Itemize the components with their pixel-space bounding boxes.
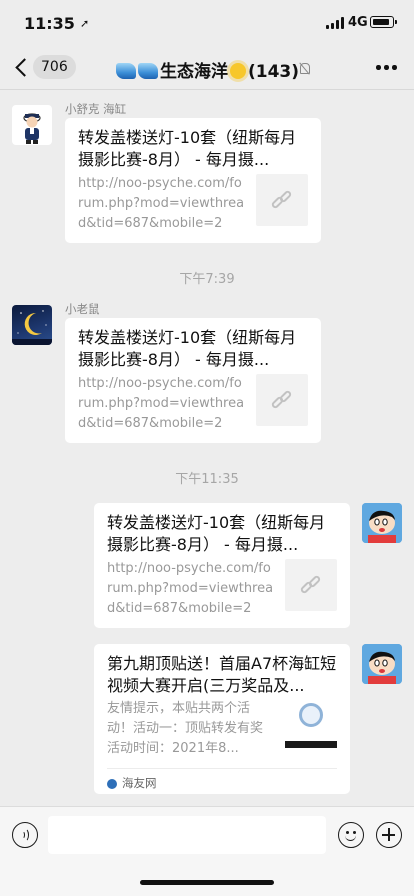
link-icon [270,189,293,210]
source-logo-icon [107,779,117,789]
wave-icon [138,63,158,79]
emoji-icon[interactable] [338,822,364,848]
group-title[interactable]: 生态海洋 (143) [116,57,299,82]
status-bar: 11:35 ➚ 4G [0,0,414,46]
avatar[interactable] [12,105,52,145]
avatar[interactable] [362,503,402,543]
link-card-message[interactable]: 转发盖楼送灯-10套（纽斯每月摄影比赛-8月） - 每月摄... http://… [65,318,321,443]
wave-icon [116,63,136,79]
member-count: (143) [248,62,300,82]
sun-icon [230,63,246,79]
link-title: 转发盖楼送灯-10套（纽斯每月摄影比赛-8月） - 每月摄... [78,328,297,369]
signal-strength-icon [326,17,344,29]
sender-name: 小老鼠 [65,302,100,316]
link-thumbnail [256,174,308,226]
link-thumbnail [256,374,308,426]
link-url: http://noo-psyche.com/forum.php?mod=view… [107,561,274,616]
battery-icon [370,16,397,28]
divider [107,768,337,769]
network-type: 4G [348,15,368,30]
message-input[interactable] [48,816,326,854]
timestamp: 下午7:39 [179,272,235,287]
voice-input-icon[interactable] [12,822,38,848]
mute-bell-icon [298,62,310,75]
article-thumbnail [285,699,337,751]
home-indicator [140,880,274,885]
link-title: 转发盖楼送灯-10套（纽斯每月摄影比赛-8月） - 每月摄... [78,128,297,169]
avatar[interactable] [362,644,402,684]
avatar[interactable] [12,305,52,345]
sender-name: 小舒克 海缸 [65,102,127,116]
chat-header: 706 生态海洋 (143) [0,46,414,90]
back-icon[interactable] [14,56,30,80]
link-thumbnail [285,559,337,611]
more-options-icon[interactable] [376,65,398,71]
link-url: http://noo-psyche.com/forum.php?mod=view… [78,376,245,431]
add-attachment-icon[interactable] [376,822,402,848]
article-source: 海友网 [122,776,157,790]
link-url: http://noo-psyche.com/forum.php?mod=view… [78,176,245,231]
timestamp: 下午11:35 [175,472,239,487]
link-card-message[interactable]: 转发盖楼送灯-10套（纽斯每月摄影比赛-8月） - 每月摄... http://… [94,503,350,628]
article-card-message[interactable]: 第九期顶贴送！首届A7杯海缸短视频大赛开启(三万奖品及... 友情提示，本贴共两… [94,644,350,794]
link-card-message[interactable]: 转发盖楼送灯-10套（纽斯每月摄影比赛-8月） - 每月摄... http://… [65,118,321,243]
article-summary: 友情提示，本贴共两个活动！活动一：顶贴转发有奖活动时间：2021年8... [107,701,264,756]
link-icon [299,574,322,595]
status-time: 11:35 [24,14,75,33]
unread-count-badge[interactable]: 706 [33,55,76,79]
link-icon [270,389,293,410]
group-name: 生态海洋 [160,62,228,82]
article-title: 第九期顶贴送！首届A7杯海缸短视频大赛开启(三万奖品及... [107,654,337,695]
location-arrow-icon: ➚ [80,17,90,30]
link-title: 转发盖楼送灯-10套（纽斯每月摄影比赛-8月） - 每月摄... [107,513,326,554]
